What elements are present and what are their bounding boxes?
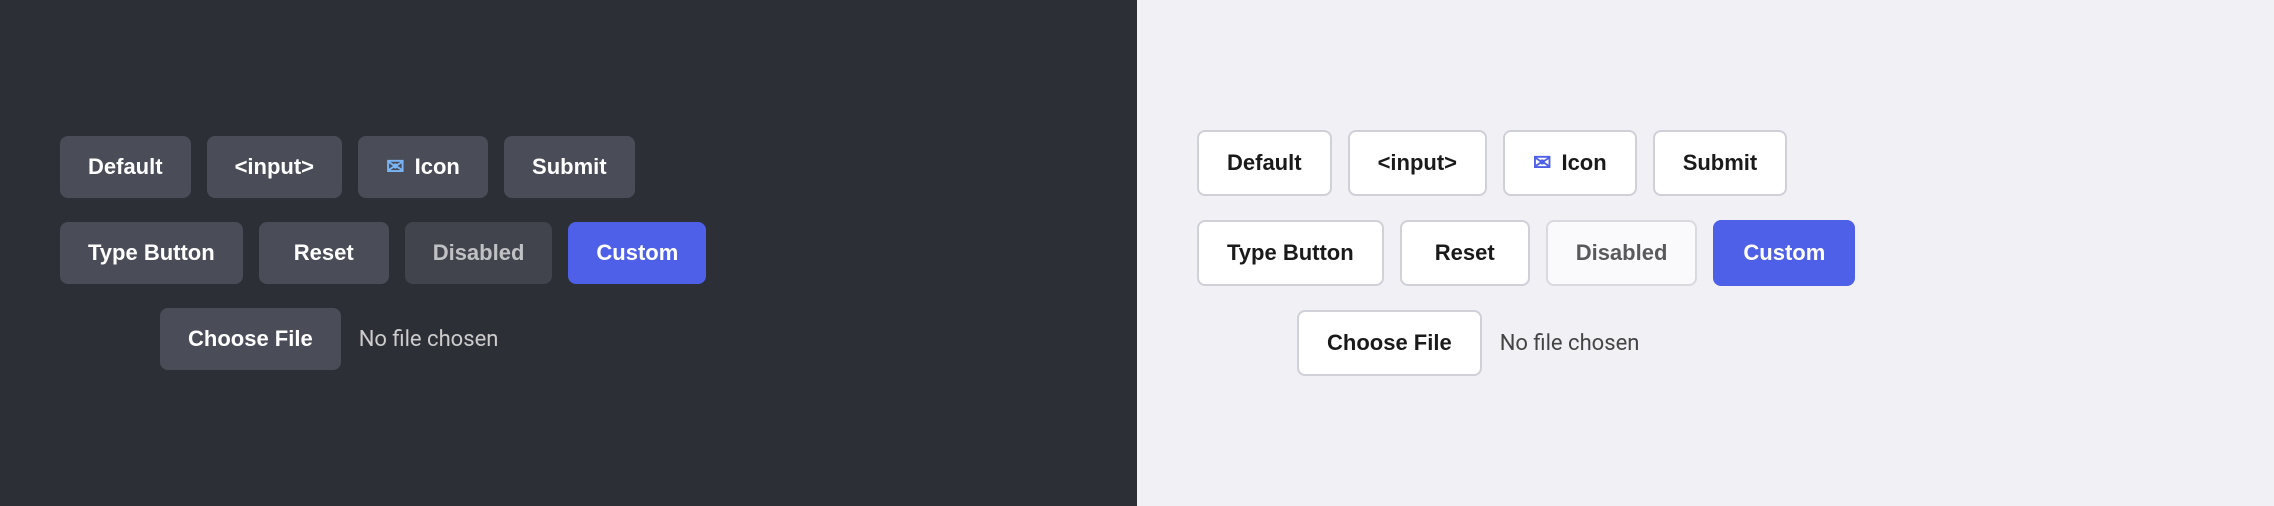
light-row-2: Type Button Reset Disabled Custom xyxy=(1197,220,1855,286)
light-row-1: Default <input> ✉ Icon Submit xyxy=(1197,130,1787,196)
light-icon-button[interactable]: ✉ Icon xyxy=(1503,130,1637,196)
mail-icon: ✉ xyxy=(386,154,404,180)
dark-row-2: Type Button Reset Disabled Custom xyxy=(60,222,706,284)
dark-default-button[interactable]: Default xyxy=(60,136,191,198)
light-panel: Default <input> ✉ Icon Submit Type Butto… xyxy=(1137,0,2274,506)
dark-type-button[interactable]: Type Button xyxy=(60,222,243,284)
light-submit-button[interactable]: Submit xyxy=(1653,130,1788,196)
dark-disabled-button: Disabled xyxy=(405,222,553,284)
light-file-status: No file chosen xyxy=(1500,331,1640,356)
light-file-row: Choose File No file chosen xyxy=(1297,310,1639,376)
dark-icon-button[interactable]: ✉ Icon xyxy=(358,136,488,198)
light-choose-file-button[interactable]: Choose File xyxy=(1297,310,1482,376)
dark-reset-button[interactable]: Reset xyxy=(259,222,389,284)
light-icon-label: Icon xyxy=(1561,150,1606,176)
dark-custom-button[interactable]: Custom xyxy=(568,222,706,284)
dark-input-button[interactable]: <input> xyxy=(207,136,342,198)
light-type-button[interactable]: Type Button xyxy=(1197,220,1384,286)
dark-panel: Default <input> ✉ Icon Submit Type Butto… xyxy=(0,0,1137,506)
dark-submit-button[interactable]: Submit xyxy=(504,136,635,198)
mail-icon-light: ✉ xyxy=(1533,150,1551,176)
light-reset-button[interactable]: Reset xyxy=(1400,220,1530,286)
light-disabled-button: Disabled xyxy=(1546,220,1698,286)
dark-icon-label: Icon xyxy=(415,154,460,180)
dark-choose-file-button[interactable]: Choose File xyxy=(160,308,341,370)
light-default-button[interactable]: Default xyxy=(1197,130,1332,196)
dark-row-1: Default <input> ✉ Icon Submit xyxy=(60,136,635,198)
light-custom-button[interactable]: Custom xyxy=(1713,220,1855,286)
light-input-button[interactable]: <input> xyxy=(1348,130,1487,196)
dark-file-status: No file chosen xyxy=(359,327,499,352)
dark-file-row: Choose File No file chosen xyxy=(160,308,498,370)
